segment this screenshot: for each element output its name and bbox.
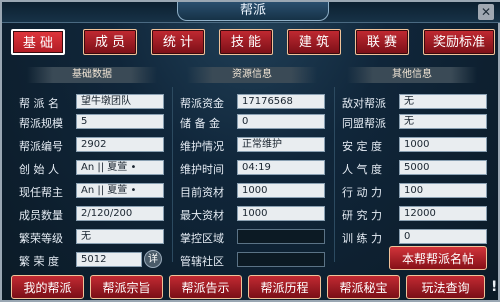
tab-statistics[interactable]: 统 计 <box>151 29 205 55</box>
label-guild-id: 帮派编号 <box>19 140 63 153</box>
value-guild-id: 2902 <box>76 137 164 152</box>
guild-notice-button[interactable]: 帮派告示 <box>169 275 242 299</box>
value-stability: 1000 <box>399 137 487 152</box>
guild-history-button[interactable]: 帮派历程 <box>248 275 321 299</box>
section-resource-header: 资源信息 <box>187 67 317 83</box>
label-maintenance: 维护情况 <box>180 140 224 153</box>
label-research-power: 研 究 力 <box>342 209 382 222</box>
label-member-count: 成员数量 <box>19 209 63 222</box>
label-current-material: 目前资材 <box>180 186 224 199</box>
label-reserve: 储 备 金 <box>180 117 220 130</box>
label-control-area: 掌控区域 <box>180 232 224 245</box>
label-ally-guild: 同盟帮派 <box>342 117 386 130</box>
value-action-power: 100 <box>399 183 487 198</box>
value-research-power: 12000 <box>399 206 487 221</box>
value-maintenance: 正常维护 <box>237 137 325 152</box>
guild-window: 帮派 ✕ 基 础 成 员 统 计 技 能 建 筑 联 赛 奖励标准 基础数据 资… <box>0 0 500 302</box>
tab-reward-standard[interactable]: 奖励标准 <box>423 29 495 55</box>
value-prosperity-level: 无 <box>76 229 164 244</box>
value-prosperity: 5012 <box>76 252 142 267</box>
alert-icon[interactable]: ! <box>491 278 499 296</box>
value-control-area <box>237 229 325 244</box>
guild-treasure-button[interactable]: 帮派秘宝 <box>327 275 400 299</box>
column-divider <box>172 87 173 262</box>
label-popularity: 人 气 度 <box>342 163 382 176</box>
tab-basic[interactable]: 基 础 <box>11 29 65 55</box>
label-jurisdiction: 管辖社区 <box>180 255 224 268</box>
label-stability: 安 定 度 <box>342 140 382 153</box>
value-founder: An || 夏萱 • <box>76 160 164 175</box>
label-guild-name: 帮 派 名 <box>19 97 59 110</box>
column-divider <box>334 87 335 262</box>
section-other-header: 其他信息 <box>347 67 477 83</box>
value-jurisdiction <box>237 252 325 267</box>
value-current-material: 1000 <box>237 183 325 198</box>
tab-buildings[interactable]: 建 筑 <box>287 29 341 55</box>
label-guild-funds: 帮派资金 <box>180 97 224 110</box>
value-member-count: 2/120/200 <box>76 206 164 221</box>
value-ally-guild: 无 <box>399 114 487 129</box>
guild-name-card-button[interactable]: 本帮帮派名帖 <box>389 246 487 270</box>
value-guild-name: 望牛墩团队 <box>76 94 164 109</box>
label-prosperity: 繁 荣 度 <box>19 255 59 268</box>
label-prosperity-level: 繁荣等级 <box>19 232 63 245</box>
close-button[interactable]: ✕ <box>478 4 494 20</box>
window-title: 帮派 <box>177 2 329 21</box>
prosperity-detail-button[interactable]: 详 <box>144 250 162 268</box>
label-training-power: 训 练 力 <box>342 232 382 245</box>
tab-league[interactable]: 联 赛 <box>355 29 409 55</box>
value-max-material: 1000 <box>237 206 325 221</box>
value-leader: An || 夏萱 • <box>76 183 164 198</box>
value-guild-scale: 5 <box>76 114 164 129</box>
label-leader: 现任帮主 <box>19 186 63 199</box>
value-maintenance-time: 04:19 <box>237 160 325 175</box>
my-guild-button[interactable]: 我的帮派 <box>11 275 84 299</box>
label-founder: 创 始 人 <box>19 163 59 176</box>
label-guild-scale: 帮派规模 <box>19 117 63 130</box>
value-enemy-guild: 无 <box>399 94 487 109</box>
value-reserve: 0 <box>237 114 325 129</box>
section-basic-header: 基础数据 <box>27 67 157 83</box>
tab-skills[interactable]: 技 能 <box>219 29 273 55</box>
label-enemy-guild: 敌对帮派 <box>342 97 386 110</box>
tab-members[interactable]: 成 员 <box>83 29 137 55</box>
label-max-material: 最大资材 <box>180 209 224 222</box>
guild-purpose-button[interactable]: 帮派宗旨 <box>90 275 163 299</box>
value-guild-funds: 17176568 <box>237 94 325 109</box>
value-popularity: 5000 <box>399 160 487 175</box>
label-maintenance-time: 维护时间 <box>180 163 224 176</box>
value-training-power: 0 <box>399 229 487 244</box>
label-action-power: 行 动 力 <box>342 186 382 199</box>
gameplay-query-button[interactable]: 玩法查询 <box>406 275 485 299</box>
